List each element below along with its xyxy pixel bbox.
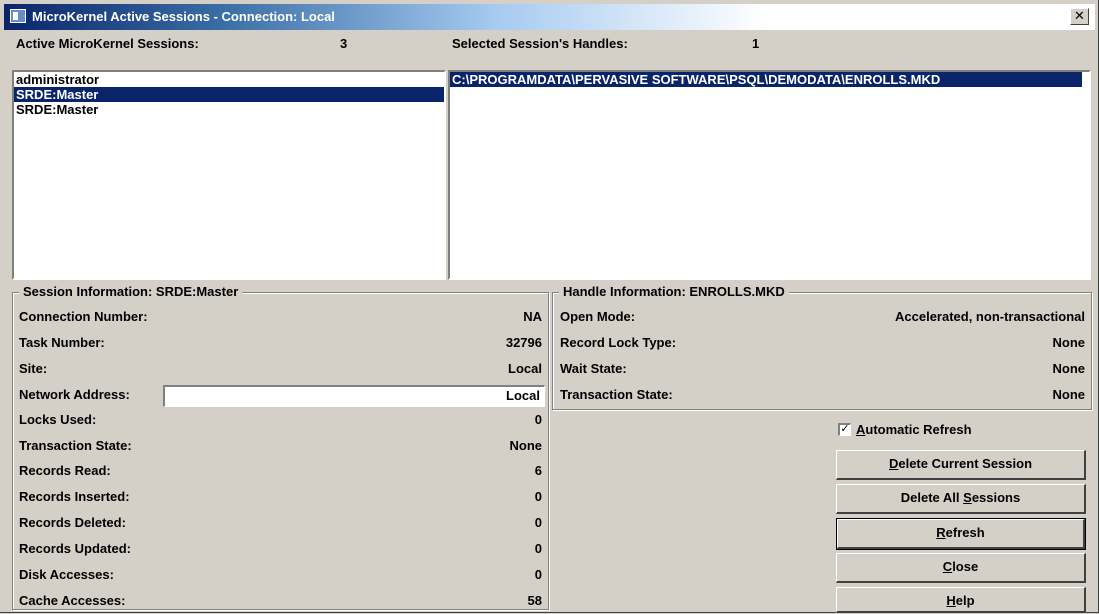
records-deleted-value: 0 bbox=[534, 515, 542, 530]
handle-item-selected[interactable]: C:\PROGRAMDATA\PERVASIVE SOFTWARE\PSQL\D… bbox=[450, 72, 1082, 87]
session-info-title: Session Information: SRDE:Master bbox=[19, 284, 243, 299]
app-icon bbox=[10, 9, 26, 23]
locks-used-label: Locks Used: bbox=[19, 412, 97, 427]
task-number-value: 32796 bbox=[505, 335, 542, 350]
records-deleted-label: Records Deleted: bbox=[19, 515, 126, 530]
open-mode-label: Open Mode: bbox=[560, 309, 636, 324]
task-number-label: Task Number: bbox=[19, 335, 105, 350]
handles-label: Selected Session's Handles: bbox=[452, 36, 628, 51]
records-read-label: Records Read: bbox=[19, 463, 111, 478]
connection-number-value: NA bbox=[523, 309, 542, 324]
close-icon: ✕ bbox=[1074, 8, 1085, 23]
wait-state-value: None bbox=[1052, 361, 1086, 376]
site-value: Local bbox=[508, 361, 542, 376]
network-address-field[interactable]: Local bbox=[163, 385, 545, 407]
cache-accesses-value: 58 bbox=[527, 593, 542, 608]
site-label: Site: bbox=[19, 361, 48, 376]
automatic-refresh-checkbox[interactable]: ✓ bbox=[838, 423, 851, 436]
cache-accesses-label: Cache Accesses: bbox=[19, 593, 126, 608]
records-inserted-label: Records Inserted: bbox=[19, 489, 130, 504]
delete-current-session-button[interactable]: Delete Current Session bbox=[836, 450, 1086, 480]
wait-state-label: Wait State: bbox=[560, 361, 627, 376]
active-sessions-window: MicroKernel Active Sessions - Connection… bbox=[0, 0, 1099, 613]
records-updated-value: 0 bbox=[534, 541, 542, 556]
sessions-label: Active MicroKernel Sessions: bbox=[16, 36, 199, 51]
handles-count: 1 bbox=[752, 36, 760, 51]
disk-accesses-label: Disk Accesses: bbox=[19, 567, 114, 582]
network-address-label: Network Address: bbox=[19, 387, 130, 402]
transaction-state-label: Transaction State: bbox=[19, 438, 132, 453]
session-item-selected[interactable]: SRDE:Master bbox=[14, 87, 444, 102]
records-updated-label: Records Updated: bbox=[19, 541, 131, 556]
open-mode-value: Accelerated, non-transactional bbox=[895, 309, 1085, 324]
close-window-button[interactable]: ✕ bbox=[1070, 8, 1089, 25]
handle-transaction-state-label: Transaction State: bbox=[560, 387, 673, 402]
checkmark-icon: ✓ bbox=[840, 423, 850, 435]
transaction-state-value: None bbox=[509, 438, 543, 453]
help-button[interactable]: Help bbox=[836, 587, 1086, 613]
sessions-count: 3 bbox=[340, 36, 348, 51]
session-item[interactable]: administrator bbox=[14, 72, 444, 87]
window-title: MicroKernel Active Sessions - Connection… bbox=[32, 9, 335, 24]
disk-accesses-value: 0 bbox=[534, 567, 542, 582]
title-bar: MicroKernel Active Sessions - Connection… bbox=[4, 4, 1095, 30]
connection-number-label: Connection Number: bbox=[19, 309, 148, 324]
locks-used-value: 0 bbox=[534, 412, 542, 427]
automatic-refresh-label[interactable]: Automatic Refresh bbox=[856, 422, 972, 437]
handles-list[interactable]: C:\PROGRAMDATA\PERVASIVE SOFTWARE\PSQL\D… bbox=[448, 70, 1091, 280]
records-read-value: 6 bbox=[534, 463, 542, 478]
records-inserted-value: 0 bbox=[534, 489, 542, 504]
handle-info-title: Handle Information: ENROLLS.MKD bbox=[559, 284, 789, 299]
record-lock-type-label: Record Lock Type: bbox=[560, 335, 677, 350]
delete-all-sessions-button[interactable]: Delete All Sessions bbox=[836, 484, 1086, 514]
handle-transaction-state-value: None bbox=[1052, 387, 1086, 402]
sessions-list[interactable]: administrator SRDE:Master SRDE:Master bbox=[12, 70, 446, 280]
close-button[interactable]: Close bbox=[836, 553, 1086, 583]
session-item[interactable]: SRDE:Master bbox=[14, 102, 444, 117]
refresh-button[interactable]: Refresh bbox=[836, 518, 1086, 550]
record-lock-type-value: None bbox=[1052, 335, 1086, 350]
